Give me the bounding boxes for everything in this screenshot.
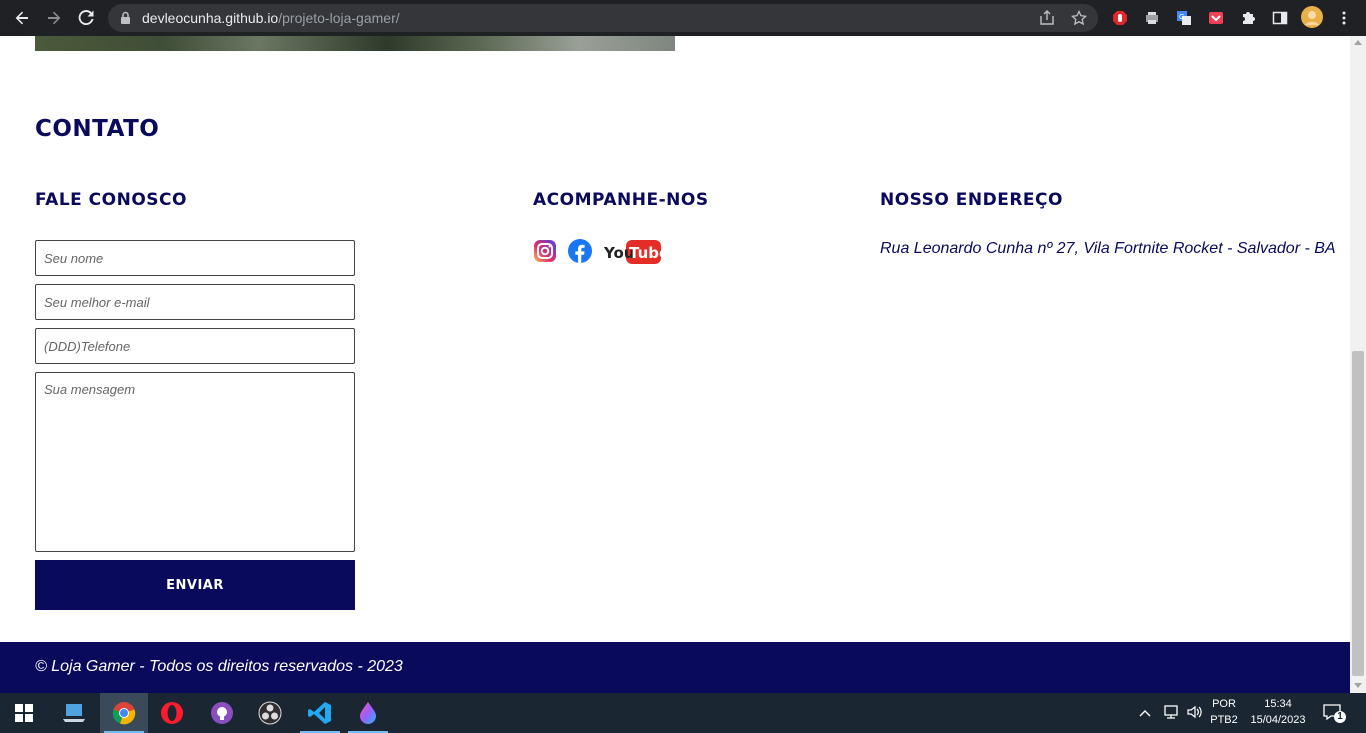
contact-section-title: Contato: [35, 116, 160, 142]
scrollbar-thumb[interactable]: [1352, 351, 1364, 676]
youtube-icon: You Tube: [603, 240, 661, 264]
translate-extension-icon[interactable]: G: [1174, 8, 1194, 28]
adblock-extension-icon[interactable]: [1110, 8, 1130, 28]
network-icon[interactable]: [1162, 704, 1180, 725]
taskbar-file-explorer[interactable]: [50, 693, 98, 733]
back-button[interactable]: [10, 6, 34, 30]
contact-form-title: Fale conosco: [35, 190, 187, 210]
taskbar-github-desktop[interactable]: [198, 693, 246, 733]
reload-icon: [78, 10, 94, 26]
input-language-bottom[interactable]: PTB2: [1207, 714, 1241, 726]
youtube-tube-text: Tube: [629, 244, 661, 262]
forward-button[interactable]: [42, 6, 66, 30]
back-arrow-icon: [15, 11, 28, 25]
opera-icon: [161, 702, 183, 724]
chrome-icon: [112, 702, 136, 725]
hero-image-bottom-edge: [35, 36, 675, 51]
windows-logo-icon: [15, 704, 33, 722]
facebook-link[interactable]: [568, 239, 592, 263]
email-input[interactable]: [35, 284, 355, 320]
bookmark-star-icon[interactable]: [1070, 9, 1088, 27]
reload-button[interactable]: [74, 6, 98, 30]
svg-text:G: G: [1179, 14, 1184, 21]
vscode-icon: [308, 702, 331, 724]
clock-time[interactable]: 15:34: [1246, 698, 1310, 710]
address-section-title: Nosso endereço: [880, 190, 1063, 210]
page-footer: © Loja Gamer - Todos os direitos reserva…: [0, 642, 1350, 693]
share-icon[interactable]: [1038, 9, 1056, 27]
youtube-link[interactable]: You Tube: [603, 239, 661, 265]
facebook-icon: [568, 239, 592, 263]
start-button[interactable]: [0, 693, 48, 733]
url-text: devleocunha.github.io/projeto-loja-gamer…: [142, 10, 400, 26]
volume-icon[interactable]: [1186, 704, 1204, 725]
forward-arrow-icon: [48, 11, 61, 25]
taskbar-opera[interactable]: [148, 693, 196, 733]
phone-input[interactable]: [35, 328, 355, 364]
copyright-text: © Loja Gamer - Todos os direitos reserva…: [35, 658, 403, 675]
address-text: Rua Leonardo Cunha nº 27, Vila Fortnite …: [880, 240, 1336, 257]
browser-toolbar: devleocunha.github.io/projeto-loja-gamer…: [0, 0, 1366, 36]
extensions-puzzle-icon[interactable]: [1238, 8, 1258, 28]
clock-date[interactable]: 15/04/2023: [1246, 714, 1310, 726]
taskbar-chrome[interactable]: [100, 693, 148, 733]
page-viewport: Contato Fale conosco Acompanhe-nos Nosso…: [0, 36, 1350, 693]
chrome-menu-icon[interactable]: [1334, 8, 1354, 28]
name-input[interactable]: [35, 240, 355, 276]
windows-taskbar: POR PTB2 15:34 15/04/2023 1: [0, 693, 1366, 733]
laptop-icon: [63, 704, 85, 722]
send-button[interactable]: Enviar: [35, 560, 355, 610]
message-textarea[interactable]: [35, 372, 355, 552]
taskbar-paint-app[interactable]: [344, 693, 392, 733]
github-icon: [211, 702, 233, 724]
lock-icon: [120, 11, 131, 30]
obs-icon: [258, 701, 282, 725]
instagram-link[interactable]: [533, 239, 557, 263]
page-scrollbar[interactable]: [1350, 36, 1366, 693]
url-path: /projeto-loja-gamer/: [278, 10, 400, 26]
scroll-up-arrow-icon[interactable]: [1354, 40, 1362, 45]
notification-count: 1: [1337, 711, 1343, 722]
instagram-icon: [534, 240, 556, 262]
paint-drop-icon: [360, 702, 376, 724]
input-language-top[interactable]: POR: [1207, 698, 1241, 710]
taskbar-obs[interactable]: [246, 693, 294, 733]
pocket-extension-icon[interactable]: [1206, 8, 1226, 28]
social-section-title: Acompanhe-nos: [533, 190, 709, 210]
scroll-down-arrow-icon[interactable]: [1354, 683, 1362, 688]
url-host: devleocunha.github.io: [142, 10, 279, 26]
profile-avatar[interactable]: [1300, 5, 1324, 29]
address-bar[interactable]: devleocunha.github.io/projeto-loja-gamer…: [108, 4, 1098, 32]
tray-chevron-up-icon[interactable]: [1139, 705, 1151, 723]
printer-extension-icon[interactable]: [1142, 8, 1162, 28]
side-panel-icon[interactable]: [1270, 8, 1290, 28]
taskbar-vscode[interactable]: [296, 693, 344, 733]
